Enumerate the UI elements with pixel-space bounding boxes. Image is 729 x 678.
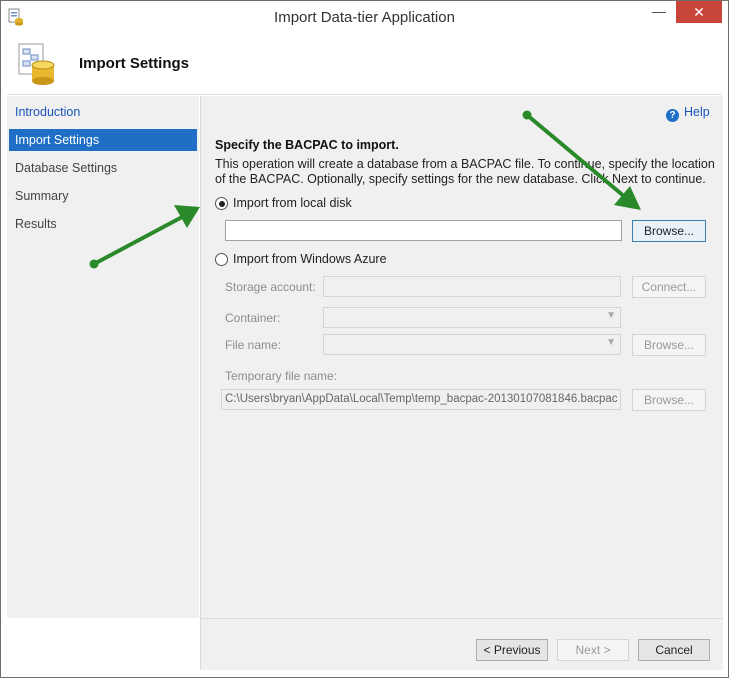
- chevron-down-icon: ▼: [606, 337, 616, 348]
- section-description: This operation will create a database fr…: [215, 157, 715, 186]
- previous-button[interactable]: < Previous: [476, 639, 548, 661]
- help-icon: ?: [666, 109, 679, 122]
- container-label: Container:: [225, 311, 281, 325]
- minimize-button[interactable]: —: [644, 3, 674, 25]
- temp-file-label: Temporary file name:: [225, 369, 338, 383]
- import-wizard-window: Import Data-tier Application — ✕ Import …: [0, 0, 729, 678]
- nav-item-results: Results: [15, 217, 57, 231]
- database-import-icon: [18, 43, 55, 85]
- wizard-footer: < Previous Next > Cancel: [200, 618, 723, 670]
- azure-browse-button: Browse...: [632, 334, 706, 356]
- file-name-select: ▼: [323, 334, 621, 355]
- local-browse-button[interactable]: Browse...: [632, 220, 706, 242]
- temp-file-input: C:\Users\bryan\AppData\Local\Temp\temp_b…: [221, 389, 621, 410]
- import-settings-panel: ? Help Specify the BACPAC to import. This…: [200, 96, 723, 618]
- storage-account-label: Storage account:: [225, 280, 316, 294]
- temp-browse-button: Browse...: [632, 389, 706, 411]
- connect-button: Connect...: [632, 276, 706, 298]
- local-disk-label[interactable]: Import from local disk: [233, 196, 352, 210]
- nav-item-import-settings[interactable]: Import Settings: [9, 129, 197, 151]
- footer-divider: [201, 618, 723, 619]
- page-title: Import Settings: [79, 55, 190, 72]
- title-bar: Import Data-tier Application — ✕: [1, 1, 728, 32]
- local-disk-radio[interactable]: [215, 197, 228, 210]
- bacpac-path-input[interactable]: [225, 220, 622, 241]
- help-label: Help: [684, 105, 710, 119]
- file-name-label: File name:: [225, 338, 282, 352]
- nav-item-database-settings: Database Settings: [15, 161, 118, 175]
- chevron-down-icon: ▼: [606, 310, 616, 321]
- next-button: Next >: [557, 639, 629, 661]
- storage-account-input: [323, 276, 621, 297]
- close-button[interactable]: ✕: [676, 1, 722, 23]
- azure-radio[interactable]: [215, 253, 228, 266]
- nav-item-introduction[interactable]: Introduction: [9, 101, 197, 123]
- azure-label[interactable]: Import from Windows Azure: [233, 252, 387, 266]
- section-heading: Specify the BACPAC to import.: [215, 138, 399, 152]
- wizard-nav: Introduction Import Settings Database Se…: [7, 96, 199, 618]
- wizard-header: Import Settings: [7, 32, 722, 95]
- help-link[interactable]: ? Help: [666, 105, 710, 122]
- nav-item-summary: Summary: [15, 189, 69, 203]
- container-select: ▼: [323, 307, 621, 328]
- cancel-button[interactable]: Cancel: [638, 639, 710, 661]
- window-title: Import Data-tier Application: [274, 9, 455, 26]
